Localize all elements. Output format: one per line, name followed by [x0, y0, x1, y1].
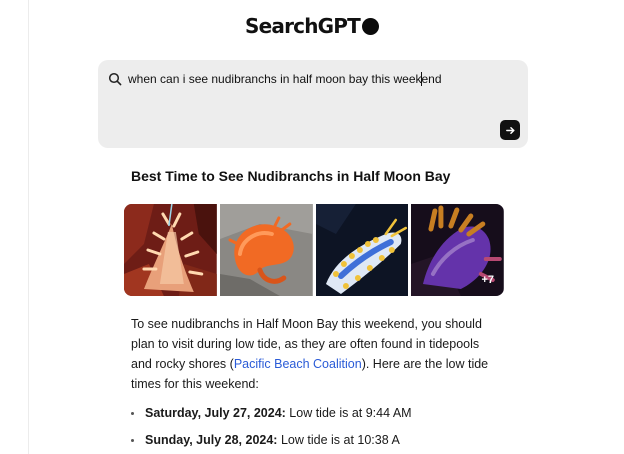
submit-search-button[interactable] — [500, 120, 520, 140]
purple-orange-nudibranch-image[interactable]: +7 — [411, 204, 504, 296]
low-tide-list: Saturday, July 27, 2024: Low tide is at … — [131, 402, 571, 451]
bullet-icon — [131, 412, 134, 415]
source-link-pacific-beach-coalition[interactable]: Pacific Beach Coalition — [234, 357, 362, 371]
logo-text: SearchGPT — [245, 14, 361, 38]
tide-time: Low tide is at 10:38 A — [277, 433, 400, 447]
search-box[interactable] — [98, 60, 528, 148]
image-gallery[interactable]: +7 — [124, 204, 504, 296]
search-input[interactable] — [128, 71, 498, 87]
tide-time: Low tide is at 9:44 AM — [285, 406, 412, 420]
answer-paragraph: To see nudibranchs in Half Moon Bay this… — [131, 314, 501, 394]
result-title: Best Time to See Nudibranchs in Half Moo… — [131, 168, 451, 184]
text-caret — [421, 72, 422, 86]
list-item: Saturday, July 27, 2024: Low tide is at … — [131, 402, 571, 424]
arrow-right-icon — [505, 126, 514, 134]
logo-dot-icon — [361, 17, 379, 35]
yellow-blue-nudibranch-image[interactable] — [315, 204, 409, 296]
tide-date: Saturday, July 27, 2024: — [145, 406, 286, 420]
searchgpt-logo[interactable]: SearchGPT — [0, 14, 624, 38]
tide-date: Sunday, July 28, 2024: — [145, 433, 278, 447]
list-item: Sunday, July 28, 2024: Low tide is at 10… — [131, 429, 571, 451]
red-spiny-nudibranch-image[interactable] — [124, 204, 217, 296]
bullet-icon — [131, 439, 134, 442]
orange-nudibranch-image[interactable] — [219, 204, 313, 296]
more-images-count[interactable]: +7 — [481, 274, 494, 286]
page-edge-divider — [28, 0, 29, 454]
search-icon — [108, 72, 122, 86]
